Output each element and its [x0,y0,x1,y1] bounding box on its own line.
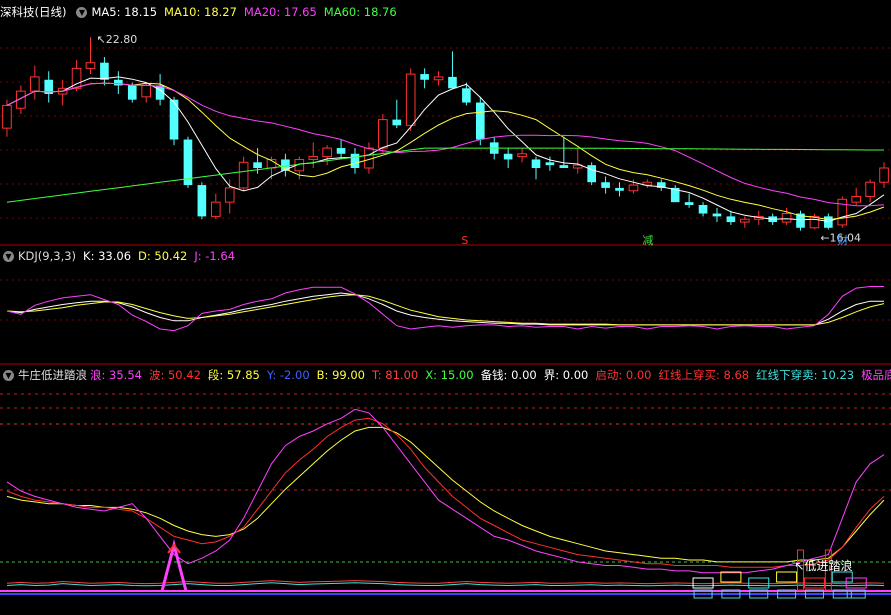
kdj-panel-header: ▼ KDJ(9,3,3) K: 33.06 D: 50.42 J: -1.64 [0,247,242,265]
candle-body-down [350,153,360,168]
candle-body-up [781,213,792,223]
candle-body-down [336,148,346,154]
indicator-panel[interactable]: ↖低进踏浪 [0,408,891,599]
candle-body-down [392,119,402,126]
candle-body-up [364,147,374,169]
candle-body-down [114,79,123,86]
candle-body-up [29,76,40,92]
signal-box [776,571,798,583]
bo-line [6,417,885,568]
signal-box [831,571,853,583]
candle-body-down [726,216,736,223]
d-legend: D: 50.42 [138,249,188,263]
ma5-legend: MA5: 18.15 [91,5,158,19]
signal-box [720,571,742,583]
candle-body-down [503,153,513,160]
ma60-line [6,147,884,203]
t-legend: T: 81.00 [372,368,419,382]
red-wave-line [6,580,885,585]
high-price-label: ↖22.80 [96,33,137,46]
b-legend: B: 99.00 [316,368,365,382]
duan-line [6,426,885,563]
buy-cross-legend: 红线上穿买: 8.68 [658,368,750,382]
candle-body-up [141,84,151,98]
candle-body-up [308,156,319,160]
candle-body-down [712,213,722,217]
candle-body-down [462,88,471,103]
candle-body-up [224,187,235,203]
candle-body-up [879,167,889,183]
ma10-line [6,82,885,221]
kdj-j-line [6,286,884,332]
ma20-legend: MA20: 17.65 [243,5,317,19]
indicator-title: 牛庄低进踏浪 [18,368,87,382]
signal-marker: 财 [837,233,848,247]
candle-body-down [684,202,694,205]
bottom-legend: 极品底: 0.00 [861,368,891,382]
candle-body-up [405,73,416,126]
collapse-icon[interactable]: ▼ [76,6,88,18]
price-panel[interactable]: ↖22.80←16.04S 减财 [2,33,889,247]
candle-body-up [322,147,332,158]
candle-body-up [740,218,750,223]
j-legend: J: -1.64 [194,249,236,263]
candle-body-down [824,216,833,228]
candle-body-up [837,198,848,226]
ma10-legend: MA10: 18.27 [164,5,237,19]
candle-body-down [475,102,485,140]
collapse-icon[interactable]: ▼ [3,369,14,381]
candle-body-down [197,185,207,217]
candle-body-down [531,159,541,168]
candle-body-up [628,184,639,192]
candle-body-down [545,162,555,166]
lang-legend: 浪: 35.54 [90,368,142,382]
candle-body-down [601,182,610,188]
chart-canvas[interactable]: ↖22.80←16.04S 减财 ↖低进踏浪 [0,0,891,615]
candle-body-down [559,165,569,168]
candle-body-down [448,76,457,89]
duan-legend: 段: 57.85 [207,368,260,382]
candle-body-down [698,205,708,214]
lang-line [6,408,885,574]
ma60-legend: MA60: 18.76 [323,5,397,19]
y-legend: Y: -2.00 [266,368,310,382]
candle-body-up [210,201,221,217]
signal-marker: 减 [642,234,653,247]
kdj-title: KDJ(9,3,3) [18,249,77,263]
candle-body-up [85,62,96,69]
collapse-icon[interactable]: ▼ [3,250,14,262]
k-legend: K: 33.06 [83,249,132,263]
candle-body-down [127,85,137,100]
candle-body-up [517,153,527,158]
candle-body-down [615,187,624,191]
signal-marker: S [461,234,468,247]
candle-body-down [420,74,429,80]
candle-body-up [433,76,444,81]
indicator-panel-header: ▼ 牛庄低进踏浪 浪: 35.54 波: 50.42 段: 57.85 Y: -… [0,366,891,384]
sell-cross-legend: 红线下穿卖: 10.23 [756,368,855,382]
kdj-panel[interactable] [6,286,885,332]
ma20-line [6,82,885,207]
price-panel-header: 深科技(日线) ▼ MA5: 18.15 MA10: 18.27 MA20: 1… [0,3,404,21]
bo-legend: 波: 50.42 [148,368,201,382]
candle-body-up [865,181,875,197]
beiqian-legend: 备钱: 0.00 [480,368,537,382]
candle-body-up [238,161,249,189]
qidong-legend: 启动: 0.00 [595,368,652,382]
candle-body-down [100,62,109,80]
candle-body-down [587,165,596,183]
candle-body-down [253,162,262,168]
candle-body-up [378,119,388,149]
low-entry-annotation: ↖低进踏浪 [795,558,853,573]
x-legend: X: 15.00 [425,368,474,382]
jie-legend: 界: 0.00 [543,368,589,382]
stock-title: 深科技(日线) [0,5,67,19]
candle-body-up [851,195,862,203]
candle-body-up [2,104,12,129]
